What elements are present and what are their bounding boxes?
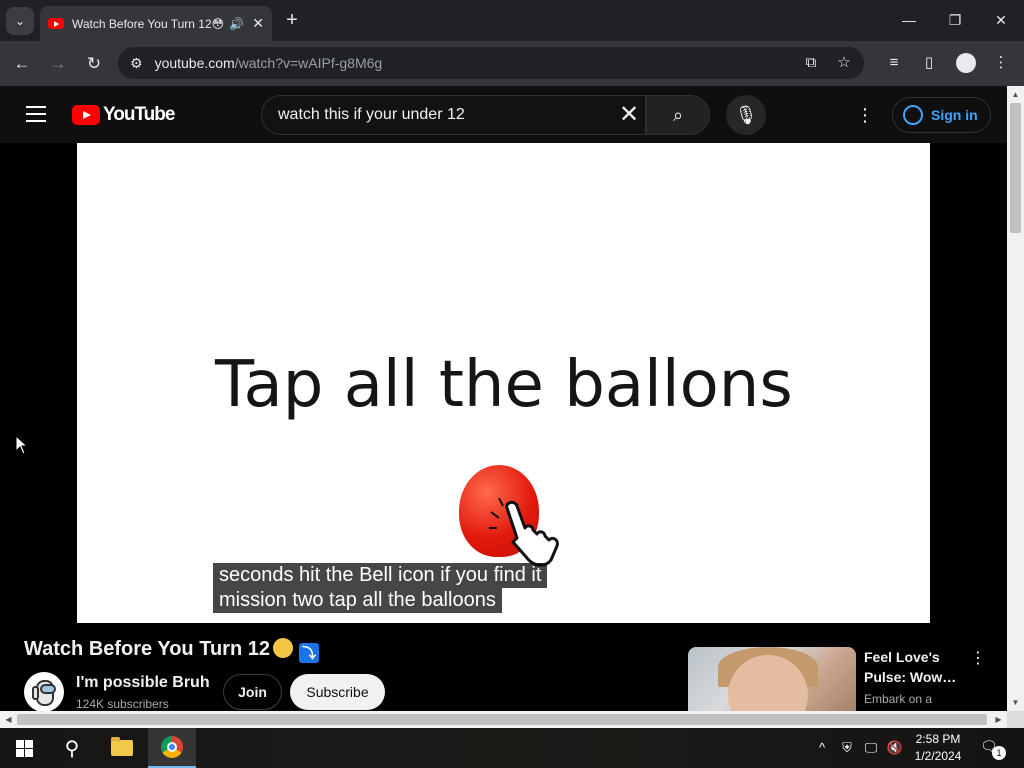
address-url: youtube.com/watch?v=wAIPf-g8M6g [154,55,383,71]
restore-button[interactable]: ❐ [932,8,978,32]
security-icon[interactable]: ⛨ [838,738,856,758]
sign-in-button[interactable]: Sign in [892,97,991,133]
speaker-icon[interactable]: 🔊 [229,17,244,31]
file-explorer-button[interactable] [98,728,146,768]
subscribe-button[interactable]: Subscribe [290,674,385,710]
search-icon: ⚲ [64,737,80,760]
youtube-favicon-icon [48,18,64,29]
guide-menu-icon[interactable] [26,106,46,122]
tab-close-icon[interactable]: ✕ [252,15,264,32]
microphone-icon: 🎙 [734,104,758,125]
join-button[interactable]: Join [223,674,282,710]
site-info-icon[interactable]: ⚙ [130,55,143,72]
horizontal-scrollbar[interactable]: ◀ ▶ [0,711,1007,728]
clock-time: 2:58 PM [915,732,961,746]
flushed-face-emoji-icon [272,638,293,658]
clear-search-icon[interactable]: ✕ [616,103,642,127]
forward-button[interactable]: → [46,52,70,76]
minimize-button[interactable]: — [886,8,932,32]
system-clock[interactable]: 2:58 PM 1/2/2024 [904,731,972,765]
down-arrow-emoji-icon: ⤵ [298,643,319,663]
bookmark-star-icon[interactable]: ☆ [833,52,855,74]
video-title: Watch Before You Turn 12 ⤵ [24,638,319,663]
media-control-icon[interactable]: ≡ [883,52,905,74]
back-button[interactable]: ← [10,52,34,76]
subscriber-count: 124K subscribers [76,697,169,711]
reload-button[interactable]: ↻ [82,52,106,76]
youtube-play-icon [72,105,100,125]
install-app-icon[interactable]: ⧉ [800,52,822,74]
search-button[interactable]: ⌕ [646,95,710,135]
close-window-button[interactable]: ✕ [978,8,1024,32]
mouse-cursor-icon [15,435,29,455]
vertical-scroll-thumb[interactable] [1010,103,1021,233]
folder-icon [111,737,133,756]
chrome-taskbar-button[interactable] [148,728,196,768]
voice-search-button[interactable]: 🎙 [726,95,766,135]
scroll-right-icon[interactable]: ▶ [990,711,1007,728]
browser-menu-icon[interactable]: ⋮ [990,52,1012,74]
side-panel-icon[interactable]: ▯ [918,52,940,74]
start-button[interactable] [0,728,48,768]
tab-search-button[interactable]: ⌄ [6,7,34,35]
profile-icon[interactable] [956,53,976,73]
account-icon [903,105,923,125]
search-icon: ⌕ [672,104,684,125]
notification-count-badge: 1 [992,746,1006,760]
new-tab-button[interactable]: + [282,10,302,30]
chrome-icon [161,736,183,758]
taskbar-search-button[interactable]: ⚲ [48,728,96,768]
clock-date: 1/2/2024 [914,749,962,763]
amogus-avatar-icon [32,680,56,706]
channel-name[interactable]: I'm possible Bruh [76,674,210,692]
tab-title: Watch Before You Turn 12😳 ⤵️ [72,16,225,31]
caption-line: mission two tap all the balloons [213,588,502,613]
vertical-scrollbar[interactable]: ▲ ▼ [1007,86,1024,711]
horizontal-scroll-thumb[interactable] [17,714,987,725]
search-input[interactable]: watch this if your under 12 [261,95,646,135]
windows-logo-icon [15,739,33,757]
video-captions: seconds hit the Bell icon if you find it… [213,563,548,613]
network-icon[interactable]: 🖵 [862,738,880,758]
settings-more-icon[interactable]: ⋮ [856,104,874,126]
show-hidden-icons-icon[interactable]: ^ [814,738,830,758]
recommended-more-icon[interactable]: ⋮ [970,648,986,670]
scrollbar-corner [1007,711,1024,728]
volume-muted-icon[interactable]: 🔇 [886,738,904,758]
browser-tab-active[interactable]: Watch Before You Turn 12😳 ⤵️ 🔊 ✕ [40,6,272,41]
youtube-logo[interactable]: YouTube [72,104,175,126]
scroll-left-icon[interactable]: ◀ [0,711,17,728]
caption-line: seconds hit the Bell icon if you find it [213,563,548,588]
scroll-down-icon[interactable]: ▼ [1007,694,1024,711]
action-center-button[interactable]: 🗨 1 [980,738,1006,760]
video-player[interactable]: Tap all the ballons seconds hit the Bell… [77,143,930,623]
recommended-video-thumbnail[interactable] [688,647,856,711]
recommended-video-description: Embark on a [864,692,933,706]
address-bar[interactable]: ⚙ youtube.com/watch?v=wAIPf-g8M6g [118,47,864,79]
video-frame-text: Tap all the ballons [215,348,793,422]
channel-avatar[interactable] [24,672,64,712]
recommended-video-title[interactable]: Feel Love's Pulse: Wow… [864,647,974,687]
scroll-up-icon[interactable]: ▲ [1007,86,1024,103]
